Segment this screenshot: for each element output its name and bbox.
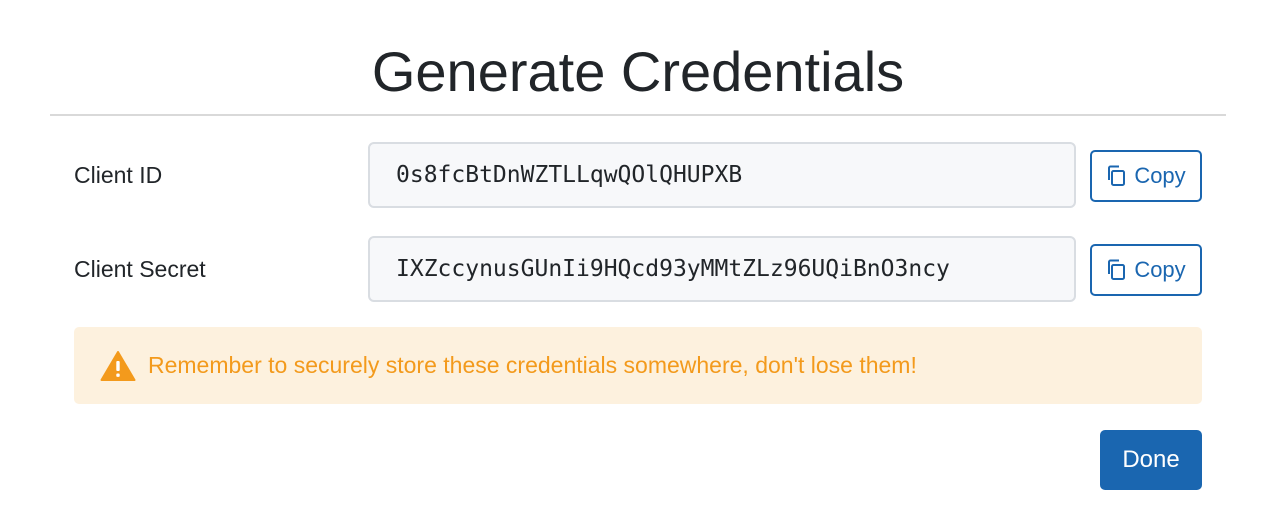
done-button[interactable]: Done (1100, 430, 1202, 490)
client-id-label: Client ID (74, 162, 163, 188)
copy-client-id-label: Copy (1134, 163, 1186, 188)
warning-triangle-icon (100, 350, 136, 382)
dialog-title: Generate Credentials (371, 40, 905, 103)
copy-icon (1106, 259, 1126, 281)
client-secret-field[interactable] (368, 236, 1076, 302)
copy-client-id-button[interactable]: Copy (1090, 150, 1202, 202)
warning-alert-text: Remember to securely store these credent… (148, 352, 917, 378)
client-id-field[interactable] (368, 142, 1076, 208)
copy-client-secret-button[interactable]: Copy (1090, 244, 1202, 296)
warning-alert: Remember to securely store these credent… (74, 327, 1202, 404)
title-divider (50, 114, 1226, 116)
copy-icon (1106, 165, 1126, 187)
copy-client-secret-label: Copy (1134, 257, 1186, 282)
client-secret-label: Client Secret (74, 256, 206, 282)
client-id-row: Client ID Copy (0, 141, 1266, 211)
client-secret-row: Client Secret Copy (0, 235, 1266, 305)
